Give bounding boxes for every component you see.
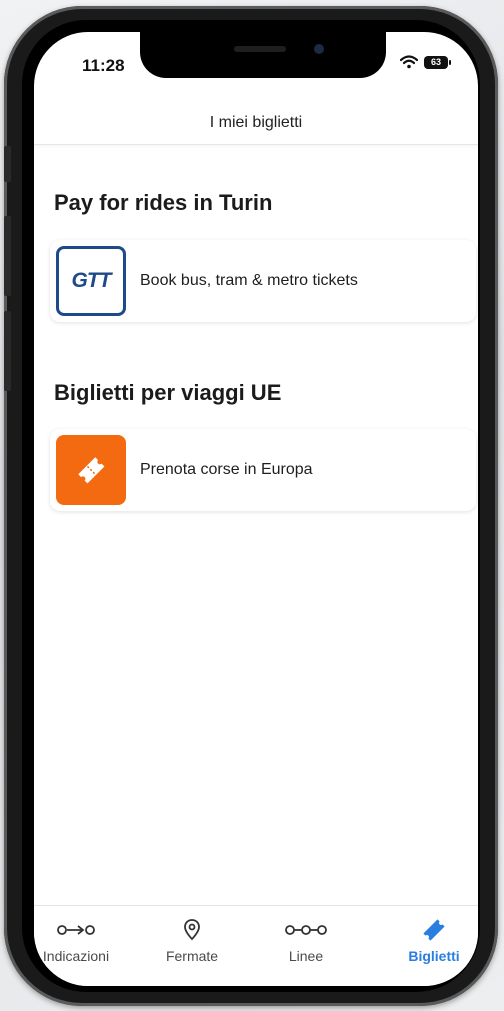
volume-down-button	[4, 311, 11, 391]
map-pin-icon	[184, 919, 200, 941]
phone-frame: 11:28 63 I miei biglietti Pay for rides …	[4, 6, 498, 1006]
wifi-icon	[400, 55, 418, 69]
status-time: 11:28	[82, 56, 125, 75]
gtt-logo-text: GTT	[71, 269, 112, 292]
section-title-turin: Pay for rides in Turin	[54, 190, 273, 215]
battery-icon: 63	[424, 55, 451, 69]
tab-linee-label: Linee	[288, 948, 324, 964]
speaker-grille	[234, 46, 286, 52]
volume-up-button	[4, 216, 11, 296]
tab-biglietti-label: Biglietti	[408, 948, 460, 964]
tab-indicazioni-label: Indicazioni	[42, 948, 110, 964]
tab-biglietti[interactable]: Biglietti	[384, 918, 478, 964]
notch	[140, 32, 386, 78]
status-indicators: 63	[400, 55, 451, 69]
ticket-icon	[78, 457, 105, 484]
eu-travel-logo	[56, 435, 126, 505]
eu-travel-card[interactable]: Prenota corse in Europa	[50, 429, 476, 511]
tab-fermate[interactable]: Fermate	[142, 918, 242, 964]
gtt-tickets-card[interactable]: GTT Book bus, tram & metro tickets	[50, 240, 476, 322]
front-camera	[314, 44, 324, 54]
gtt-logo: GTT	[56, 246, 126, 316]
tab-indicazioni[interactable]: Indicazioni	[34, 918, 126, 964]
ticket-icon	[423, 919, 445, 941]
line-stops-icon	[285, 925, 327, 935]
page-title: I miei biglietti	[34, 102, 478, 145]
bottom-tab-bar: Indicazioni Fermate Linee Biglietti	[34, 905, 478, 986]
section-title-eu: Biglietti per viaggi UE	[54, 380, 282, 405]
tab-linee[interactable]: Linee	[256, 918, 356, 964]
tab-fermate-label: Fermate	[165, 948, 219, 964]
app-screen: 11:28 63 I miei biglietti Pay for rides …	[34, 32, 478, 986]
mute-switch	[4, 146, 11, 182]
gtt-tickets-label: Book bus, tram & metro tickets	[140, 272, 358, 289]
eu-travel-label: Prenota corse in Europa	[140, 461, 313, 478]
directions-icon	[57, 925, 95, 935]
